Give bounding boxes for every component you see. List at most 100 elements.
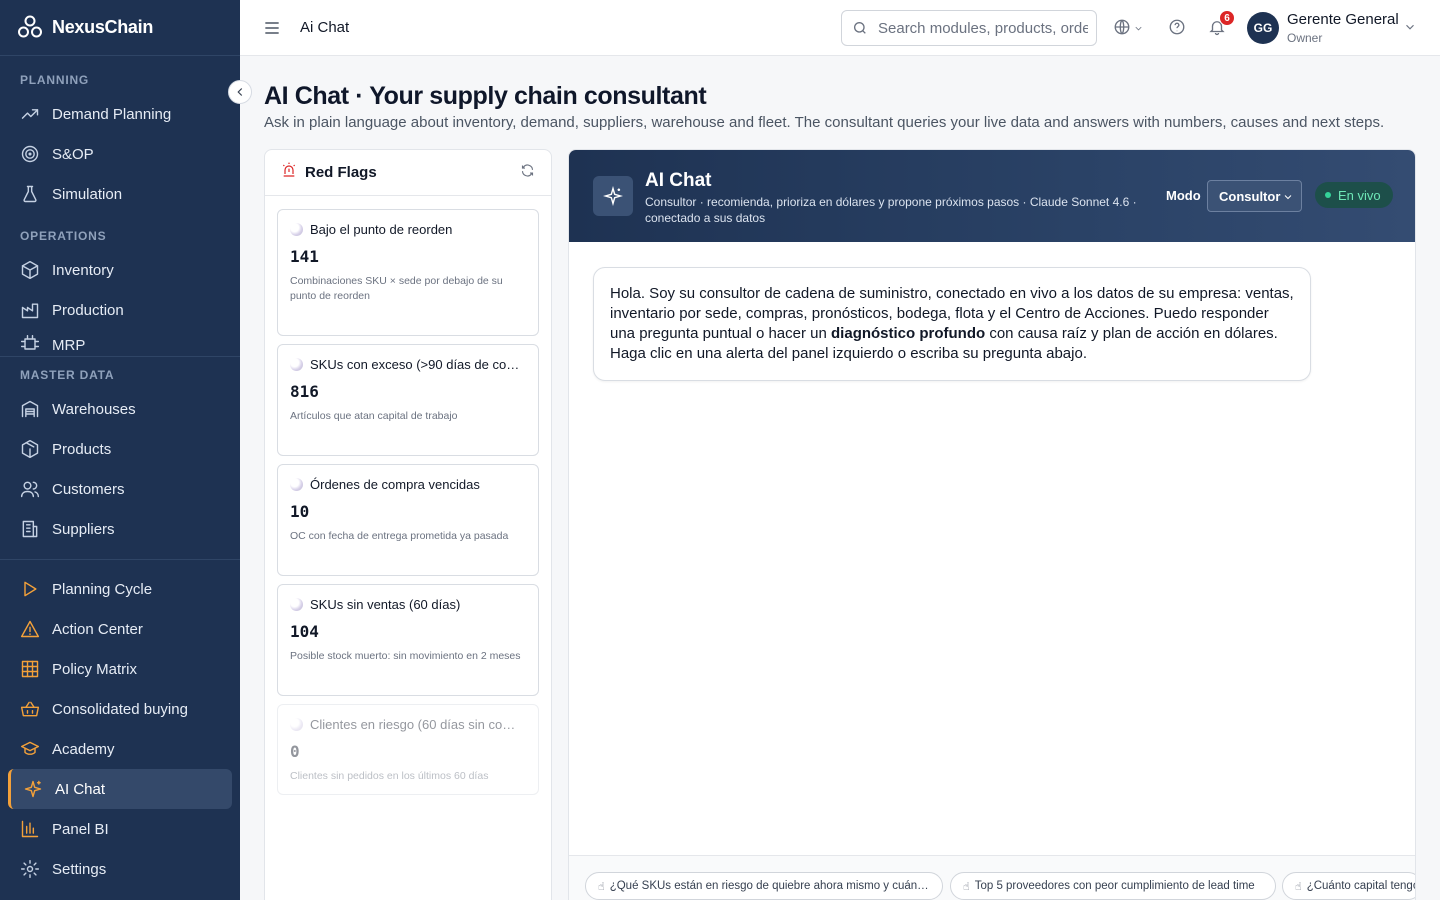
flag-title: Clientes en riesgo (60 días sin compra)	[310, 717, 526, 732]
user-menu-toggle[interactable]	[1403, 20, 1417, 39]
menu-button[interactable]	[262, 18, 282, 38]
nav-warehouses[interactable]: Warehouses	[0, 389, 240, 429]
building-icon	[20, 519, 40, 539]
language-button[interactable]	[1113, 18, 1133, 38]
nav-simulation[interactable]: Simulation	[0, 174, 240, 214]
flask-icon	[20, 184, 40, 204]
nav-label: Warehouses	[52, 400, 136, 418]
refresh-icon	[521, 164, 534, 176]
topbar: Ai Chat 6 GG Gerente General Owner	[240, 0, 1440, 56]
nav-label: MRP	[52, 337, 86, 354]
red-flags-header: Red Flags	[265, 150, 551, 196]
nav-label: Action Center	[52, 620, 143, 638]
search-icon	[854, 22, 866, 34]
nav-label: Panel BI	[52, 820, 109, 838]
moon-icon	[290, 223, 303, 236]
globe-icon	[1114, 19, 1130, 35]
suggestion-chip[interactable]: ☝ Top 5 proveedores con peor cumplimiento…	[950, 872, 1276, 900]
warehouse-icon	[20, 399, 40, 419]
flag-title: Bajo el punto de reorden	[310, 222, 453, 237]
nav-production[interactable]: Production	[0, 290, 240, 330]
factory-icon	[20, 300, 40, 320]
assistant-message: Hola. Soy su consultor de cadena de sumi…	[593, 267, 1311, 381]
nav-label: Demand Planning	[52, 105, 172, 123]
moon-icon	[290, 478, 303, 491]
suggestion-chip[interactable]: ☝ ¿Qué SKUs están en riesgo de quiebre ah…	[585, 872, 943, 900]
nav-label: Planning Cycle	[52, 580, 153, 598]
chevron-down-icon	[1135, 26, 1142, 31]
flag-value: 816	[290, 382, 319, 401]
flag-card-excess-skus[interactable]: SKUs con exceso (>90 días de cobertura) …	[277, 344, 539, 456]
sidebar-collapse-button[interactable]	[228, 80, 252, 104]
section-label-master-data: MASTER DATA	[20, 368, 115, 382]
nav-label: Settings	[52, 860, 107, 878]
refresh-button[interactable]	[520, 163, 535, 183]
nav-action-center[interactable]: Action Center	[0, 609, 240, 649]
target-icon	[20, 144, 40, 164]
live-dot-icon	[1325, 192, 1331, 198]
brand[interactable]: NexusChain	[0, 0, 240, 56]
topbar-title: Ai Chat	[300, 19, 350, 36]
moon-icon	[290, 598, 303, 611]
nav-label: Products	[52, 440, 112, 458]
nav-label: Production	[52, 301, 124, 319]
nav-label: Academy	[52, 740, 115, 758]
flag-title: SKUs sin ventas (60 días)	[310, 597, 461, 612]
sidebar: NexusChain PLANNING Demand Planning S&OP…	[0, 0, 240, 900]
pointer-icon: ☝	[963, 880, 970, 893]
section-label-planning: PLANNING	[20, 73, 90, 87]
settings-icon	[20, 859, 40, 879]
nav-panel-bi[interactable]: Panel BI	[0, 809, 240, 849]
nav-settings[interactable]: Settings	[0, 849, 240, 889]
flag-description: Clientes sin pedidos en los últimos 60 d…	[290, 770, 489, 782]
package-icon	[20, 439, 40, 459]
notification-badge: 6	[1219, 10, 1235, 26]
nav-planning-cycle[interactable]: Planning Cycle	[0, 569, 240, 609]
flag-card-customers-at-risk[interactable]: Clientes en riesgo (60 días sin compra) …	[277, 704, 539, 795]
red-flags-title: Red Flags	[305, 164, 377, 181]
bar-chart-icon	[20, 819, 40, 839]
flag-description: OC con fecha de entrega prometida ya pas…	[290, 530, 509, 542]
nav-inventory[interactable]: Inventory	[0, 250, 240, 290]
nav-demand-planning[interactable]: Demand Planning	[0, 94, 240, 134]
avatar[interactable]: GG	[1247, 12, 1279, 44]
chat-header: AI Chat Consultor · recomienda, prioriza…	[569, 150, 1415, 242]
search-input[interactable]	[878, 19, 1088, 37]
nav-sop[interactable]: S&OP	[0, 134, 240, 174]
search-box[interactable]	[841, 10, 1097, 46]
trend-up-icon	[20, 104, 40, 124]
status-badge: En vivo	[1315, 182, 1393, 208]
nav-customers[interactable]: Customers	[0, 469, 240, 509]
flag-value: 0	[290, 742, 300, 761]
flag-card-no-sales[interactable]: SKUs sin ventas (60 días) 104 Posible st…	[277, 584, 539, 696]
user-name[interactable]: Gerente General	[1287, 11, 1399, 28]
flag-card-overdue-pos[interactable]: Órdenes de compra vencidas 10 OC con fec…	[277, 464, 539, 576]
moon-icon	[290, 358, 303, 371]
suggestion-chip[interactable]: ☝ ¿Cuánto capital tengo inmovilizado en e…	[1282, 872, 1415, 900]
box-icon	[20, 260, 40, 280]
nav-mrp[interactable]: MRP	[0, 330, 240, 354]
mode-label: Modo	[1166, 188, 1201, 203]
nav-label: Consolidated buying	[52, 700, 188, 718]
nav-label: Simulation	[52, 185, 123, 203]
help-button[interactable]	[1168, 18, 1188, 38]
page-title: AI Chat · Your supply chain consultant	[264, 82, 707, 110]
graduation-cap-icon	[20, 739, 40, 759]
nav-ai-chat[interactable]: AI Chat	[8, 769, 232, 809]
flag-title: SKUs con exceso (>90 días de cobertura)	[310, 357, 526, 372]
mode-select[interactable]: Consultor	[1207, 180, 1302, 212]
nav-label: Customers	[52, 480, 125, 498]
chevron-left-icon	[237, 88, 243, 96]
nav-academy[interactable]: Academy	[0, 729, 240, 769]
nav-suppliers[interactable]: Suppliers	[0, 509, 240, 549]
nav-products[interactable]: Products	[0, 429, 240, 469]
flag-title: Órdenes de compra vencidas	[310, 477, 480, 492]
message-emphasis: diagnóstico profundo	[831, 325, 986, 342]
language-chevron[interactable]	[1133, 21, 1153, 41]
nav-policy-matrix[interactable]: Policy Matrix	[0, 649, 240, 689]
nav-consolidated-buying[interactable]: Consolidated buying	[0, 689, 240, 729]
red-flags-panel: Red Flags Bajo el punto de reorden 141 C…	[264, 149, 552, 900]
flag-card-below-reorder[interactable]: Bajo el punto de reorden 141 Combinacion…	[277, 209, 539, 336]
suggestions-bar: ☝ ¿Qué SKUs están en riesgo de quiebre ah…	[569, 855, 1415, 900]
chat-avatar	[593, 176, 633, 216]
